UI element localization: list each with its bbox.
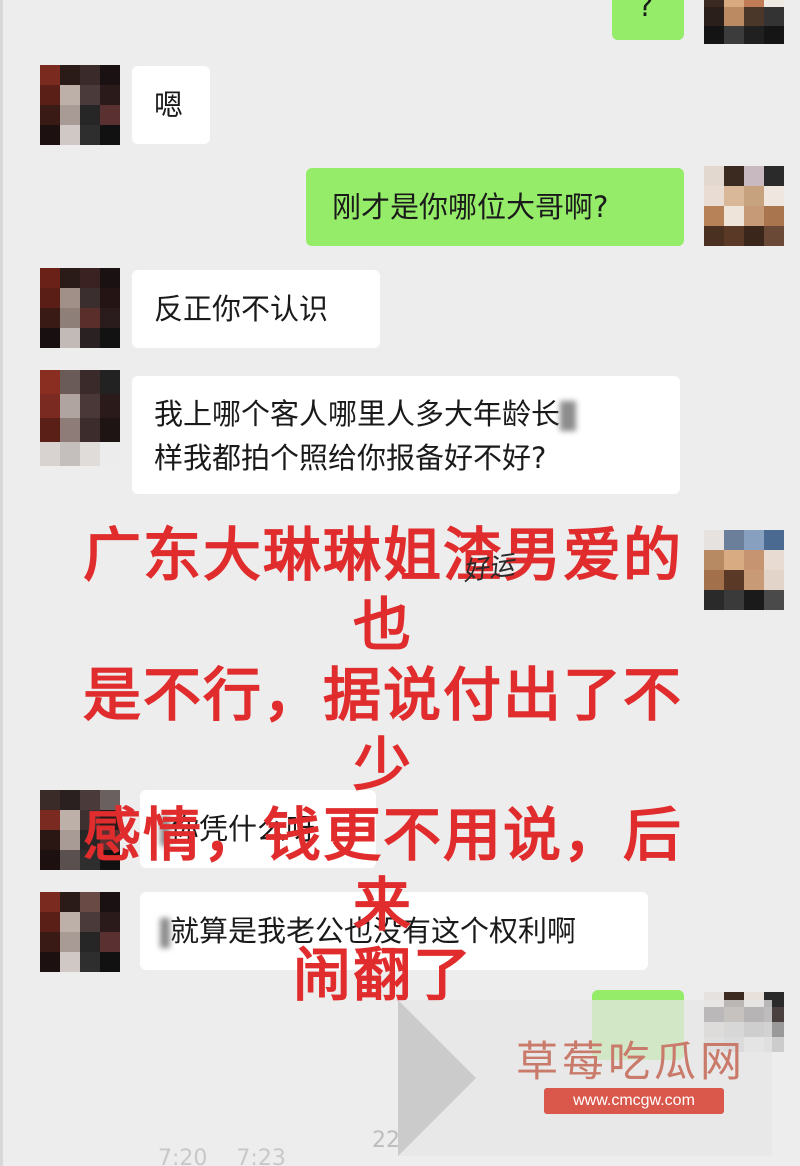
timestamp: 7:20 (158, 1146, 208, 1166)
contact-avatar[interactable] (40, 370, 120, 466)
message-text: 嗯 (154, 88, 184, 122)
message-bubble-incoming[interactable]: 嗯 (132, 66, 210, 144)
self-avatar[interactable] (704, 166, 784, 246)
overlay-caption-line: 广东大琳琳姐渣男爱的也 (82, 521, 683, 659)
chat-screen: ? 嗯 刚才是你哪位大哥啊? 反正你不认识 我上哪个客人哪里人多大年龄长 样我都… (0, 0, 800, 1166)
watermark-url-badge: www.cmcgw.com (544, 1088, 724, 1114)
message-text: ? (638, 0, 654, 23)
watermark-logo: 草莓吃瓜网 (516, 1037, 747, 1086)
message-bubble-incoming[interactable]: 反正你不认识 (132, 270, 380, 348)
overlay-caption: 广东大琳琳姐渣男爱的也 是不行，据说付出了不少 感情，钱更不用说，后来 闹翻了 (58, 520, 708, 1010)
message-time: 22 (372, 1128, 400, 1153)
message-bubble-incoming[interactable]: 我上哪个客人哪里人多大年龄长 样我都拍个照给你报备好不好? (132, 376, 680, 494)
timestamp-row: 7:20 7:23 (158, 1146, 308, 1166)
overlay-caption-line: 感情，钱更不用说，后来 (82, 801, 683, 939)
self-avatar[interactable] (704, 530, 784, 610)
watermark-panel: 草莓吃瓜网 www.cmcgw.com (398, 1000, 772, 1156)
message-text: 反正你不认识 (154, 292, 329, 326)
message-text-line: 样我都拍个照给你报备好不好? (154, 441, 547, 475)
message-text-line: 我上哪个客人哪里人多大年龄长 (154, 392, 680, 436)
contact-avatar[interactable] (40, 65, 120, 145)
message-bubble-outgoing[interactable]: 刚才是你哪位大哥啊? (306, 168, 684, 246)
blurred-character (560, 401, 577, 431)
overlay-caption-line: 是不行，据说付出了不少 (82, 661, 683, 799)
self-avatar[interactable] (704, 0, 784, 44)
play-triangle-icon (398, 1000, 476, 1156)
handwritten-scribble: 好运 (460, 550, 517, 588)
message-text: 刚才是你哪位大哥啊? (332, 190, 609, 224)
left-edge-divider (0, 0, 3, 1166)
message-bubble-outgoing[interactable]: ? (612, 0, 684, 40)
timestamp: 7:23 (236, 1146, 286, 1166)
contact-avatar[interactable] (40, 268, 120, 348)
